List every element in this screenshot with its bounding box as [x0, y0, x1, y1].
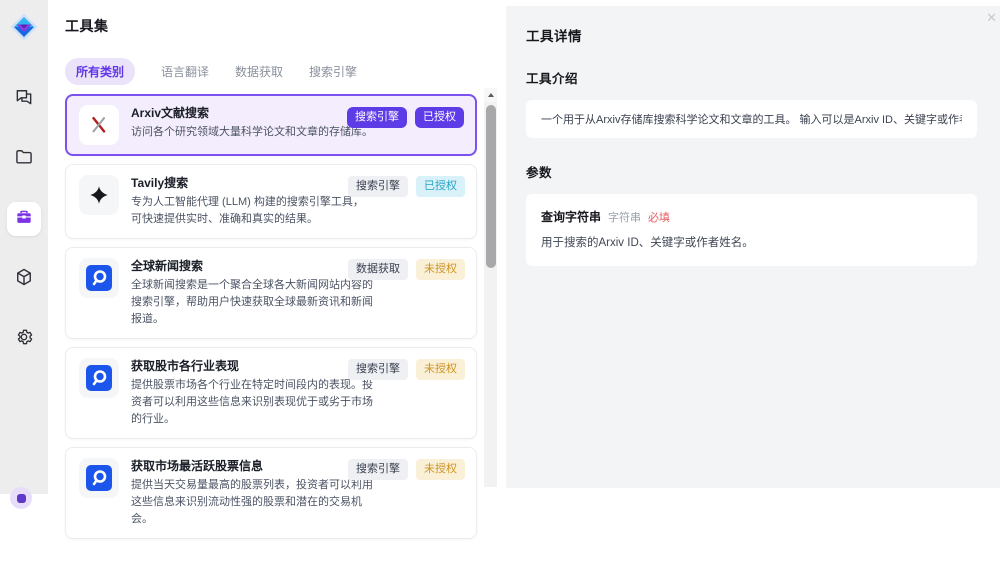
page-title: 工具集: [65, 18, 109, 34]
avatar-glyph: [16, 493, 26, 503]
param-type: 字符串: [608, 212, 642, 224]
tool-description: 提供当天交易量最高的股票列表，投资者可以利用这些信息来识别流动性强的股票和潜在的…: [131, 479, 373, 525]
intro-card: 一个用于从Arxiv存储库搜索科学论文和文章的工具。 输入可以是Arxiv ID…: [526, 100, 977, 138]
cube-icon: [14, 267, 34, 292]
tab-0[interactable]: 所有类别: [65, 58, 136, 85]
intro-heading: 工具介绍: [526, 72, 579, 86]
tool-category-badge: 搜索引擎: [347, 107, 407, 128]
intro-text: 一个用于从Arxiv存储库搜索科学论文和文章的工具。 输入可以是Arxiv ID…: [541, 114, 962, 126]
tool-details-panel: 工具详情 工具介绍 一个用于从Arxiv存储库搜索科学论文和文章的工具。 输入可…: [506, 6, 1000, 488]
scroll-up-arrow-icon[interactable]: [484, 88, 497, 102]
toolbox-icon: [14, 207, 34, 232]
tool-card[interactable]: Tavily搜索 专为人工智能代理 (LLM) 构建的搜索引擎工具，可快速提供实…: [65, 164, 477, 239]
tool-name: Tavily搜索: [131, 176, 189, 190]
sparkle-icon: [79, 175, 119, 215]
sidebar-item-files[interactable]: [7, 142, 41, 176]
tool-list: Arxiv文献搜索 访问各个研究领域大量科学论文和文章的存储库。 搜索引擎 已授…: [65, 94, 477, 539]
tool-card[interactable]: Arxiv文献搜索 访问各个研究领域大量科学论文和文章的存储库。 搜索引擎 已授…: [65, 94, 477, 156]
tab-2[interactable]: 数据获取: [235, 63, 283, 80]
settings-icon: [14, 327, 34, 352]
tool-status-badge: 未授权: [416, 359, 465, 380]
avatar[interactable]: [10, 487, 32, 509]
tool-name: 获取股市各行业表现: [131, 359, 240, 373]
sidebar-item-plugins[interactable]: [7, 262, 41, 296]
sidebar-rail: [0, 0, 48, 509]
tool-name: 获取市场最活跃股票信息: [131, 459, 264, 473]
param-description: 用于搜索的Arxiv ID、关键字或作者姓名。: [541, 237, 754, 249]
params-heading: 参数: [526, 166, 553, 180]
tab-1[interactable]: 语言翻译: [161, 63, 209, 80]
tool-name: Arxiv文献搜索: [131, 106, 210, 120]
param-required-badge: 必填: [648, 212, 671, 224]
sidebar-item-toolbox[interactable]: [7, 202, 41, 236]
tool-category-badge: 数据获取: [348, 259, 408, 280]
tool-description: 全球新闻搜索是一个聚合全球各大新闻网站内容的搜索引擎，帮助用户快速获取全球最新资…: [131, 279, 373, 325]
tool-status-badge: 已授权: [416, 176, 465, 197]
chat-icon: [14, 87, 34, 112]
q-logo-icon: [79, 458, 119, 498]
tool-status-badge: 已授权: [415, 107, 464, 128]
tool-card[interactable]: 全球新闻搜索 全球新闻搜索是一个聚合全球各大新闻网站内容的搜索引擎，帮助用户快速…: [65, 247, 477, 339]
tool-category-badge: 搜索引擎: [348, 176, 408, 197]
scrollbar-thumb[interactable]: [485, 105, 496, 268]
app-screen: 工具集 所有类别 语言翻译 数据获取 搜索引擎 Arxiv文献搜索 访问各个研究领域大…: [0, 0, 1000, 563]
param-item: 查询字符串 字符串 必填 用于搜索的Arxiv ID、关键字或作者姓名。: [541, 208, 962, 250]
tool-description: 访问各个研究领域大量科学论文和文章的存储库。: [131, 126, 373, 138]
q-logo-icon: [79, 358, 119, 398]
sidebar-item-chat[interactable]: [7, 82, 41, 116]
close-icon[interactable]: ✕: [986, 10, 997, 26]
tool-description: 专为人工智能代理 (LLM) 构建的搜索引擎工具，可快速提供实时、准确和真实的结…: [131, 196, 364, 225]
sidebar-item-settings[interactable]: [7, 322, 41, 356]
tool-card[interactable]: 获取市场最活跃股票信息 提供当天交易量最高的股票列表，投资者可以利用这些信息来识…: [65, 447, 477, 539]
category-tabs: 所有类别 语言翻译 数据获取 搜索引擎: [65, 58, 506, 85]
tool-name: 全球新闻搜索: [131, 259, 204, 273]
arxiv-logo-icon: [79, 105, 119, 145]
tool-category-badge: 搜索引擎: [348, 459, 408, 480]
tool-card[interactable]: 获取股市各行业表现 提供股票市场各个行业在特定时间段内的表现。投资者可以利用这些…: [65, 347, 477, 439]
param-name: 查询字符串: [541, 210, 602, 224]
folder-icon: [14, 147, 34, 172]
tool-status-badge: 未授权: [416, 259, 465, 280]
q-logo-icon: [79, 258, 119, 298]
toolset-panel: 工具集 所有类别 语言翻译 数据获取 搜索引擎 Arxiv文献搜索 访问各个研究领域大…: [48, 0, 506, 539]
tool-description: 提供股票市场各个行业在特定时间段内的表现。投资者可以利用这些信息来识别表现优于或…: [131, 379, 373, 425]
tool-status-badge: 未授权: [416, 459, 465, 480]
tool-category-badge: 搜索引擎: [348, 359, 408, 380]
app-logo-icon[interactable]: [10, 13, 38, 41]
param-card: 查询字符串 字符串 必填 用于搜索的Arxiv ID、关键字或作者姓名。: [526, 194, 977, 266]
details-title: 工具详情: [526, 29, 582, 44]
list-scrollbar[interactable]: [484, 88, 497, 487]
tab-3[interactable]: 搜索引擎: [309, 63, 357, 80]
sidebar-nav: [0, 82, 48, 356]
